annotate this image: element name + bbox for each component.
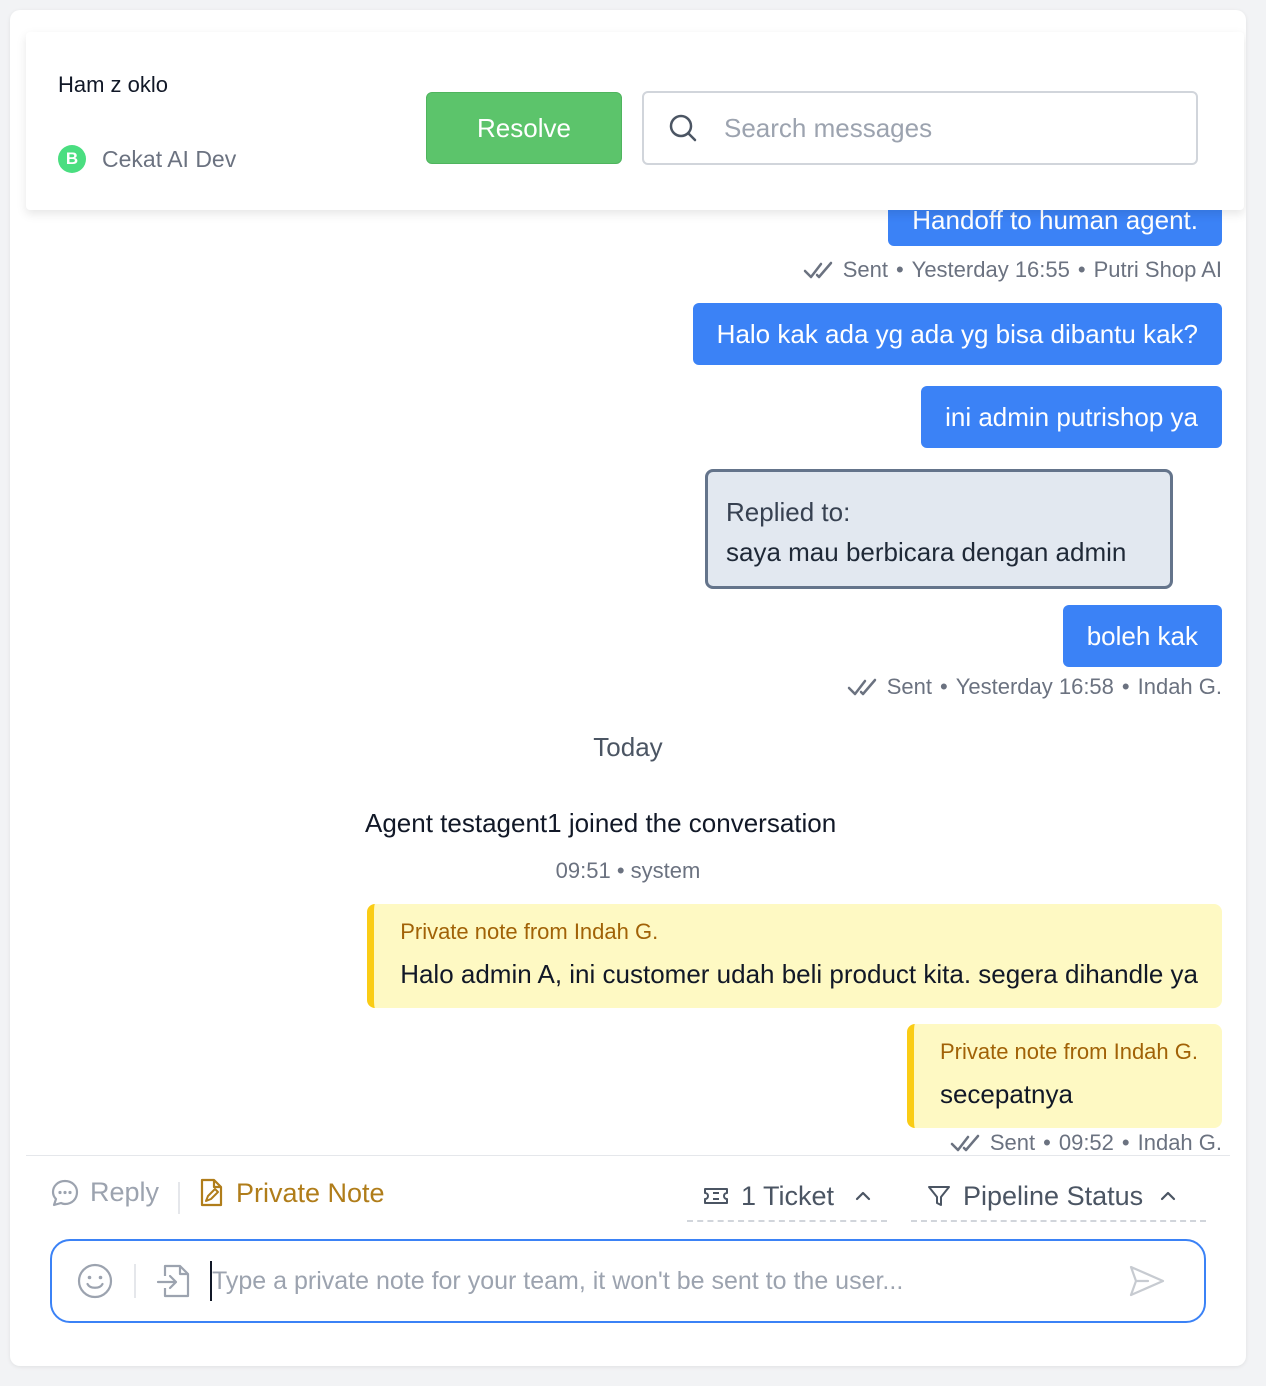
meta-status: Sent <box>989 1130 1036 1155</box>
channel-name: Cekat AI Dev <box>102 145 237 172</box>
composer-divider <box>26 1155 1230 1156</box>
resolve-button[interactable]: Resolve <box>426 92 622 164</box>
filter-icon <box>928 1186 950 1206</box>
message-text: boleh kak <box>1086 621 1198 651</box>
contact-name[interactable]: Ham z oklo <box>58 72 168 98</box>
private-note: Private note from Indah G. Halo admin A,… <box>367 904 1222 1008</box>
conversation-panel: Handoff to human agent. Sent • Yesterday… <box>10 10 1246 1366</box>
replied-to-text: saya mau berbicara dengan admin <box>726 537 1127 567</box>
tab-private-note[interactable]: Private Note <box>196 1177 385 1209</box>
note-icon <box>200 1178 223 1207</box>
message-meta: Sent • 09:52 • Indah G. <box>950 1130 1222 1155</box>
send-icon[interactable] <box>1128 1262 1166 1300</box>
channel-info: B Cekat AI Dev <box>58 145 236 173</box>
search-icon <box>669 114 697 142</box>
meta-author: system <box>630 858 701 883</box>
date-divider: Today <box>593 732 663 762</box>
private-note-from: Private note from Indah G. <box>939 1039 1198 1064</box>
message-meta: Sent • Yesterday 16:55 • Putri Shop AI <box>803 257 1222 283</box>
tab-reply[interactable]: Reply <box>50 1177 159 1208</box>
meta-status: Sent <box>842 257 888 282</box>
emoji-icon[interactable] <box>76 1262 114 1300</box>
meta-author: Indah G. <box>1137 674 1222 699</box>
double-check-icon <box>847 678 876 696</box>
private-note-from: Private note from Indah G. <box>400 919 659 944</box>
composer-separator <box>134 1264 136 1298</box>
outgoing-message: Halo kak ada yg ada yg bisa dibantu kak? <box>692 303 1222 365</box>
search-box[interactable] <box>642 91 1198 165</box>
replied-to-label: Replied to: <box>726 497 851 527</box>
replied-to-quote[interactable]: Replied to: saya mau berbicara dengan ad… <box>705 469 1173 589</box>
outgoing-message: ini admin putrishop ya <box>921 386 1222 448</box>
pipeline-status-dropdown[interactable]: Pipeline Status <box>911 1172 1206 1222</box>
meta-time: 09:51 <box>555 858 611 883</box>
chevron-up-icon <box>855 1191 871 1201</box>
meta-status: Sent <box>886 674 932 699</box>
meta-time: 09:52 <box>1058 1130 1114 1155</box>
private-note-text: secepatnya <box>939 1079 1073 1109</box>
double-check-icon <box>803 261 832 279</box>
tab-label: Reply <box>90 1177 160 1207</box>
outgoing-message: boleh kak <box>1062 605 1222 667</box>
whatsapp-business-icon: B <box>58 145 86 173</box>
attach-file-icon[interactable] <box>156 1262 192 1300</box>
ticket-label: 1 Ticket <box>741 1180 835 1211</box>
ticket-dropdown[interactable]: 1 Ticket <box>687 1172 887 1222</box>
double-check-icon <box>950 1134 980 1152</box>
meta-time: Yesterday 16:58 <box>955 674 1114 699</box>
pipeline-label: Pipeline Status <box>963 1180 1144 1211</box>
meta-author: Indah G. <box>1137 1130 1222 1155</box>
ticket-icon <box>704 1188 728 1204</box>
private-note: Private note from Indah G. secepatnya <box>906 1024 1222 1128</box>
search-input[interactable] <box>724 112 1184 144</box>
system-message: Agent testagent1 joined the conversation <box>365 808 837 838</box>
chat-bubble-icon <box>51 1179 79 1206</box>
message-meta: Sent • Yesterday 16:58 • Indah G. <box>847 674 1222 700</box>
chevron-up-icon <box>1161 1191 1176 1201</box>
message-text: Halo kak ada yg ada yg bisa dibantu kak? <box>716 319 1198 349</box>
tab-label: Private Note <box>236 1177 385 1208</box>
message-text: ini admin putrishop ya <box>945 402 1198 432</box>
meta-author: Putri Shop AI <box>1093 257 1222 282</box>
system-message-meta: 09:51 • system <box>555 858 701 883</box>
conversation-header: Ham z oklo B Cekat AI Dev Resolve <box>26 32 1244 210</box>
meta-time: Yesterday 16:55 <box>911 257 1070 282</box>
private-note-text: Halo admin A, ini customer udah beli pro… <box>400 959 1198 989</box>
private-note-input[interactable] <box>212 1266 1112 1296</box>
tab-separator <box>178 1182 180 1214</box>
message-composer <box>50 1239 1206 1323</box>
